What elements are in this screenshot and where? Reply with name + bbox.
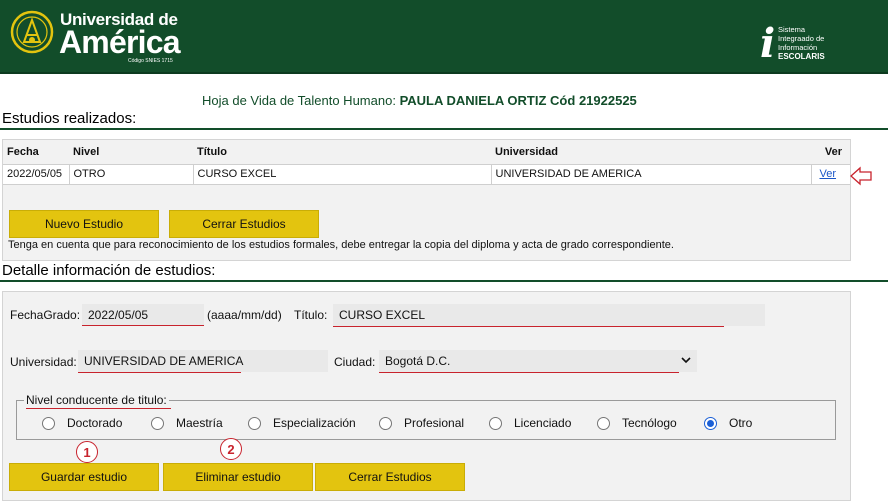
ver-link[interactable]: Ver [819, 168, 836, 180]
ciudad-underline [379, 372, 679, 373]
detail-section-rule [0, 280, 888, 282]
ciudad-select[interactable]: Bogotá D.C. [379, 350, 697, 372]
universidad-label: Universidad: [10, 355, 77, 369]
radio-circle-otro[interactable] [704, 416, 717, 430]
studies-section-title: Estudios realizados: [2, 110, 137, 127]
step-badge-1: 1 [76, 441, 98, 463]
radio-tecnologo[interactable]: Tecnólogo [597, 416, 677, 430]
universidad-input[interactable]: UNIVERSIDAD DE AMERICA [78, 350, 328, 372]
col-titulo: Título [197, 145, 227, 158]
cell-nivel: OTRO [68, 163, 193, 185]
arrow-left-icon [850, 166, 872, 186]
fecha-grado-underline [82, 325, 204, 326]
titulo-underline [333, 326, 724, 327]
col-universidad: Universidad [495, 145, 558, 158]
logo-code: Código SNIES 1715 [128, 58, 173, 64]
radio-label-tecnologo: Tecnólogo [622, 416, 677, 430]
detail-section-title: Detalle información de estudios: [2, 262, 216, 279]
new-study-button[interactable]: Nuevo Estudio [9, 210, 159, 238]
fecha-format-hint: (aaaa/mm/dd) [207, 308, 282, 322]
radio-label-maestria: Maestría [176, 416, 223, 430]
close-studies-bottom-button[interactable]: Cerrar Estudios [315, 463, 465, 491]
profile-code-label: Cód [550, 93, 576, 108]
system-line-2: Integraado de [778, 34, 825, 43]
radio-label-otro: Otro [729, 416, 753, 430]
save-study-button[interactable]: Guardar estudio [9, 463, 159, 491]
universidad-underline [78, 372, 241, 373]
fecha-grado-label: FechaGrado: [10, 308, 81, 322]
cell-fecha: 2022/05/05 [3, 163, 69, 185]
logo-line-2: América [59, 24, 181, 60]
system-line-4-text: ESCOLARIS [778, 52, 825, 61]
system-line-3: Información [778, 43, 818, 52]
col-nivel: Nivel [73, 145, 100, 158]
radio-circle-maestria[interactable] [151, 416, 164, 430]
radio-circle-tecnologo[interactable] [597, 416, 610, 430]
delete-study-button[interactable]: Eliminar estudio [163, 463, 313, 491]
col-ver: Ver [824, 145, 842, 158]
radio-circle-especializacion[interactable] [248, 416, 261, 430]
radio-label-licenciado: Licenciado [514, 416, 572, 430]
table-row: 2022/05/05 OTRO CURSO EXCEL UNIVERSIDAD … [3, 163, 850, 185]
radio-profesional[interactable]: Profesional [379, 416, 464, 430]
profile-heading: Hoja de Vida de Talento Humano: PAULA DA… [202, 93, 637, 108]
titulo-label: Título: [294, 308, 328, 322]
app-header: Universidad de América Código SNIES 1715… [0, 0, 888, 74]
ciudad-label: Ciudad: [334, 355, 376, 369]
nivel-legend: Nivel conducente de titulo: [24, 393, 169, 407]
studies-section-rule [0, 128, 888, 130]
radio-label-especializacion: Especialización [273, 416, 356, 430]
radio-especializacion[interactable]: Especialización [248, 416, 356, 430]
system-line-4: ESCOLARIS [778, 52, 825, 61]
profile-code: 21922525 [578, 93, 637, 108]
system-line-1: Sistema [778, 25, 806, 34]
col-fecha: Fecha [7, 145, 39, 158]
radio-label-profesional: Profesional [404, 416, 465, 430]
radio-maestria[interactable]: Maestría [151, 416, 223, 430]
step-badge-2: 2 [220, 438, 242, 460]
cell-universidad: UNIVERSIDAD DE AMERICA [490, 163, 811, 185]
radio-circle-doctorado[interactable] [42, 416, 55, 430]
titulo-input[interactable]: CURSO EXCEL [333, 304, 765, 326]
radio-circle-licenciado[interactable] [489, 416, 502, 430]
cell-ver: Ver [810, 163, 850, 185]
close-studies-top-button[interactable]: Cerrar Estudios [169, 210, 319, 238]
nivel-legend-underline [26, 408, 171, 409]
fecha-grado-input[interactable]: 2022/05/05 [82, 304, 204, 326]
radio-circle-profesional[interactable] [379, 416, 392, 430]
cell-titulo: CURSO EXCEL [192, 163, 491, 185]
diploma-note: Tenga en cuenta que para reconocimiento … [8, 239, 674, 251]
system-name: Sistema Integraado de Información ESCOLA… [778, 25, 825, 61]
system-info-icon: i [760, 20, 776, 67]
university-seal-icon [10, 10, 54, 54]
studies-table: Fecha Nivel Título Universidad Ver 2022/… [3, 140, 850, 185]
chevron-down-icon [681, 357, 691, 364]
radio-otro[interactable]: Otro [704, 416, 752, 430]
profile-prefix: Hoja de Vida de Talento Humano: [202, 93, 396, 108]
studies-table-header: Fecha Nivel Título Universidad Ver [3, 140, 850, 164]
profile-name: PAULA DANIELA ORTIZ [399, 93, 547, 108]
radio-licenciado[interactable]: Licenciado [489, 416, 571, 430]
radio-label-doctorado: Doctorado [67, 416, 123, 430]
radio-doctorado[interactable]: Doctorado [42, 416, 122, 430]
